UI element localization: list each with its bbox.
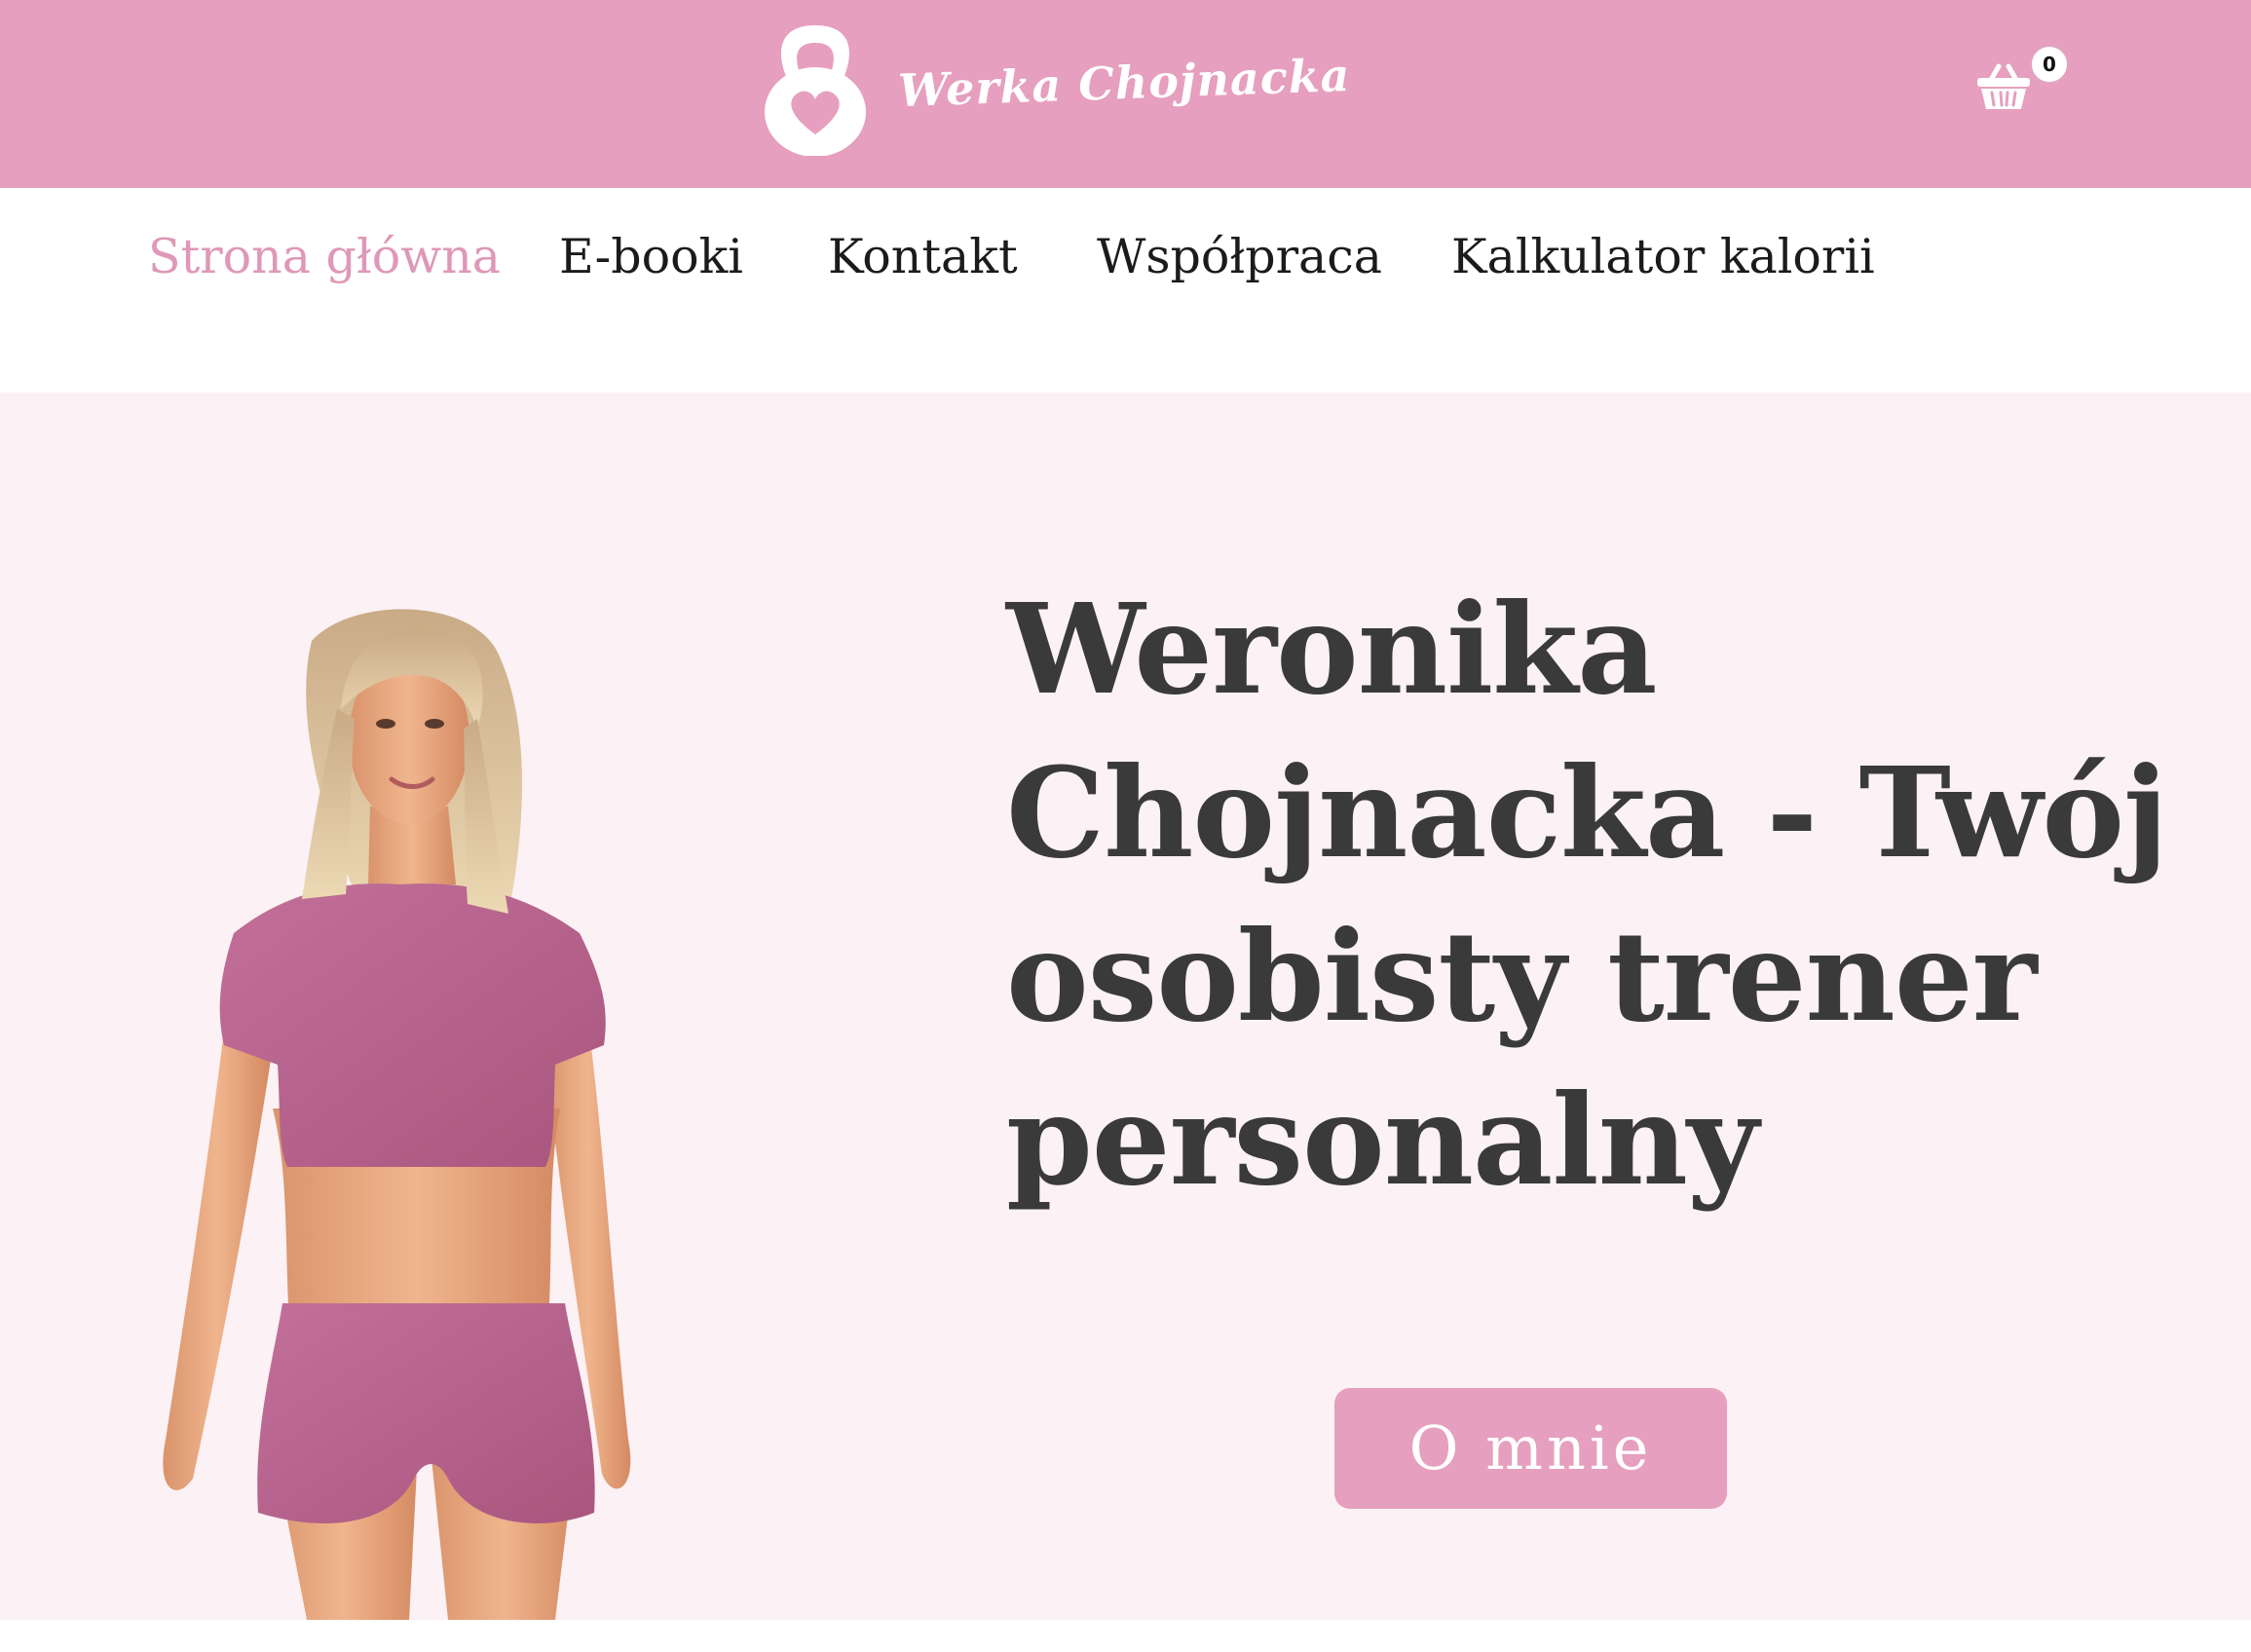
main-nav: Strona główna E-booki Kontakt Współpraca… <box>0 188 2251 393</box>
nav-item-calorie-calculator[interactable]: Kalkulator kalorii <box>1451 229 1875 284</box>
nav-item-home[interactable]: Strona główna <box>148 229 501 284</box>
nav-item-cooperation[interactable]: Współpraca <box>1097 229 1382 284</box>
site-logo[interactable]: Werka Chojnacka <box>762 19 1351 156</box>
site-header: Werka Chojnacka 0 <box>0 0 2251 188</box>
trainer-photo <box>163 609 631 1620</box>
cart-count-badge: 0 <box>2030 45 2069 84</box>
kettlebell-heart-icon <box>765 25 866 156</box>
hero-section: Weronika Chojnacka - Twój osobisty trene… <box>0 393 2251 1620</box>
logo-wordmark: Werka Chojnacka <box>897 48 1352 118</box>
cart-button[interactable]: 0 <box>1968 43 2075 121</box>
hero-title: Weronika Chojnacka - Twój osobisty trene… <box>1006 577 2168 1213</box>
nav-item-ebooks[interactable]: E-booki <box>559 229 743 284</box>
nav-item-contact[interactable]: Kontakt <box>828 229 1018 284</box>
about-me-button[interactable]: O mnie <box>1334 1388 1727 1509</box>
basket-icon <box>1977 63 2030 109</box>
